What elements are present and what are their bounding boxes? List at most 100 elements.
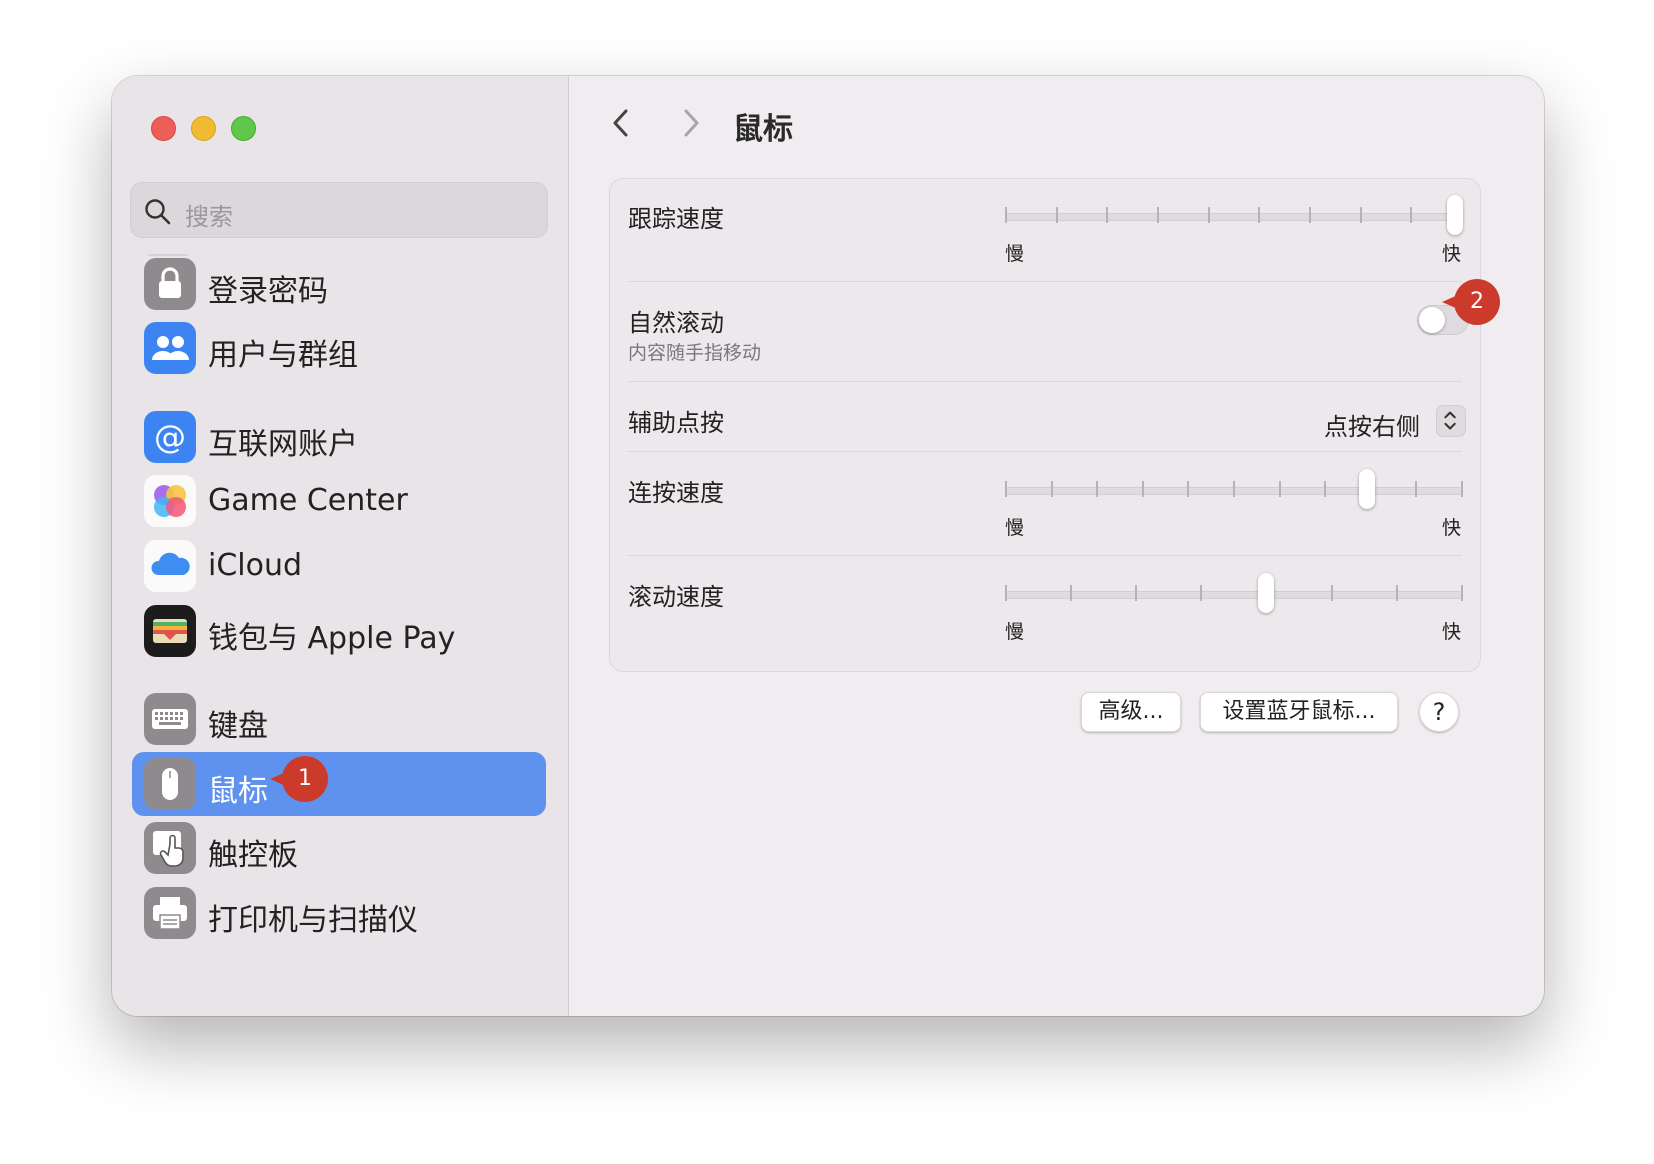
sidebar-item-keyboard[interactable]: 键盘 xyxy=(132,687,546,751)
sidebar-item-icloud[interactable]: iCloud xyxy=(132,534,546,598)
annotation-badge-1: 1 xyxy=(270,756,328,802)
game-center-icon xyxy=(144,475,196,527)
sidebar-item-label: 互联网账户 xyxy=(208,427,358,462)
close-window-button[interactable] xyxy=(151,116,176,141)
icloud-icon xyxy=(144,540,196,592)
divider xyxy=(628,451,1462,452)
users-icon xyxy=(144,322,196,374)
tracking-speed-slider[interactable] xyxy=(1005,195,1463,235)
sidebar-item-label: Game Center xyxy=(208,483,408,518)
sidebar-item-users-groups[interactable]: 用户与群组 xyxy=(132,316,546,380)
at-icon: @ xyxy=(144,411,196,463)
up-down-chevron-icon xyxy=(1444,411,1456,430)
slider-tick xyxy=(1056,207,1058,223)
search-icon xyxy=(145,199,171,225)
slider-knob[interactable] xyxy=(1258,573,1275,613)
double-click-speed-min-label: 慢 xyxy=(1005,517,1025,539)
settings-panel: 跟踪速度 慢 快 自然滚动 内容随手指移动 辅助点按 点按右侧 连按速度 慢 快… xyxy=(609,178,1481,672)
slider-knob[interactable] xyxy=(1358,469,1375,509)
tracking-speed-max-label: 快 xyxy=(1442,243,1462,265)
secondary-click-dropdown[interactable] xyxy=(1436,405,1466,437)
slider-tick xyxy=(1200,585,1202,601)
zoom-window-button[interactable] xyxy=(231,116,256,141)
slider-tick xyxy=(1135,585,1137,601)
slider-tick xyxy=(1396,585,1398,601)
tracking-speed-label: 跟踪速度 xyxy=(628,205,724,233)
secondary-click-label: 辅助点按 xyxy=(628,409,724,437)
svg-text:@: @ xyxy=(154,418,186,456)
trackpad-icon xyxy=(144,822,196,874)
toggle-thumb xyxy=(1419,307,1445,333)
sidebar-item-label: 打印机与扫描仪 xyxy=(208,903,418,938)
page-title: 鼠标 xyxy=(733,112,793,147)
slider-tick xyxy=(1279,481,1281,497)
content-pane: 鼠标 跟踪速度 慢 快 自然滚动 内容随手指移动 辅助点按 点按右侧 连按速度 … xyxy=(569,76,1544,1016)
slider-tick xyxy=(1051,481,1053,497)
sidebar-item-trackpad[interactable]: 触控板 xyxy=(132,816,546,880)
slider-tick xyxy=(1070,585,1072,601)
wallet-icon xyxy=(144,605,196,657)
divider xyxy=(628,281,1462,282)
slider-tick xyxy=(1360,207,1362,223)
search-input[interactable]: 搜索 xyxy=(130,182,548,238)
slider-track xyxy=(1005,213,1463,221)
slider-tick xyxy=(1410,207,1412,223)
slider-knob[interactable] xyxy=(1447,195,1463,235)
slider-tick xyxy=(1331,585,1333,601)
slider-tick xyxy=(1157,207,1159,223)
keyboard-icon xyxy=(144,693,196,745)
scroll-speed-slider[interactable] xyxy=(1005,573,1463,613)
sidebar-item-game-center[interactable]: Game Center xyxy=(132,469,546,533)
settings-window: 搜索 登录密码 用户与群组 @ 互联网账户 Game Center iCloud… xyxy=(112,76,1544,1016)
tracking-speed-min-label: 慢 xyxy=(1005,243,1025,265)
scroll-speed-max-label: 快 xyxy=(1442,621,1462,643)
search-placeholder: 搜索 xyxy=(185,203,233,231)
slider-tick xyxy=(1096,481,1098,497)
sidebar-item-label: 键盘 xyxy=(208,709,268,744)
slider-tick xyxy=(1187,481,1189,497)
printer-icon xyxy=(144,887,196,939)
slider-tick xyxy=(1005,481,1007,497)
slider-tick xyxy=(1005,585,1007,601)
natural-scrolling-label: 自然滚动 xyxy=(628,309,724,337)
slider-track xyxy=(1005,591,1463,599)
mouse-icon xyxy=(144,758,196,810)
slider-tick xyxy=(1005,207,1007,223)
divider xyxy=(628,555,1462,556)
slider-tick xyxy=(1461,585,1463,601)
help-button[interactable]: ? xyxy=(1419,692,1459,732)
double-click-speed-max-label: 快 xyxy=(1442,517,1462,539)
sidebar-item-label: 鼠标 xyxy=(208,774,268,809)
advanced-button[interactable]: 高级... xyxy=(1081,692,1181,732)
annotation-badge-2: 2 xyxy=(1442,279,1500,325)
back-chevron-icon[interactable] xyxy=(605,106,639,140)
slider-tick xyxy=(1233,481,1235,497)
slider-tick xyxy=(1208,207,1210,223)
sidebar-item-printers-scanners[interactable]: 打印机与扫描仪 xyxy=(132,881,546,945)
sidebar-item-wallet[interactable]: 钱包与 Apple Pay xyxy=(132,599,546,663)
natural-scrolling-description: 内容随手指移动 xyxy=(628,342,762,364)
double-click-speed-slider[interactable] xyxy=(1005,469,1463,509)
minimize-window-button[interactable] xyxy=(191,116,216,141)
sidebar-item-label: 触控板 xyxy=(208,838,298,873)
double-click-speed-label: 连按速度 xyxy=(628,479,724,507)
lock-icon xyxy=(144,258,196,310)
slider-tick xyxy=(1142,481,1144,497)
sidebar: 搜索 登录密码 用户与群组 @ 互联网账户 Game Center iCloud… xyxy=(112,76,569,1016)
sidebar-item-label: 用户与群组 xyxy=(208,338,358,373)
sidebar-item-label: 钱包与 Apple Pay xyxy=(208,621,456,656)
scroll-speed-label: 滚动速度 xyxy=(628,583,724,611)
slider-tick xyxy=(1324,481,1326,497)
setup-bluetooth-mouse-button[interactable]: 设置蓝牙鼠标... xyxy=(1200,692,1398,732)
sidebar-item-internet-accounts[interactable]: @ 互联网账户 xyxy=(132,405,546,469)
slider-tick xyxy=(1309,207,1311,223)
secondary-click-value[interactable]: 点按右侧 xyxy=(1324,407,1420,442)
forward-chevron-icon[interactable] xyxy=(673,106,707,140)
sidebar-item-mouse[interactable]: 鼠标 xyxy=(132,752,546,816)
scroll-speed-min-label: 慢 xyxy=(1005,621,1025,643)
divider xyxy=(628,381,1462,382)
slider-tick xyxy=(1258,207,1260,223)
sidebar-item-login-password[interactable]: 登录密码 xyxy=(132,252,546,316)
slider-tick xyxy=(1461,481,1463,497)
slider-tick xyxy=(1106,207,1108,223)
